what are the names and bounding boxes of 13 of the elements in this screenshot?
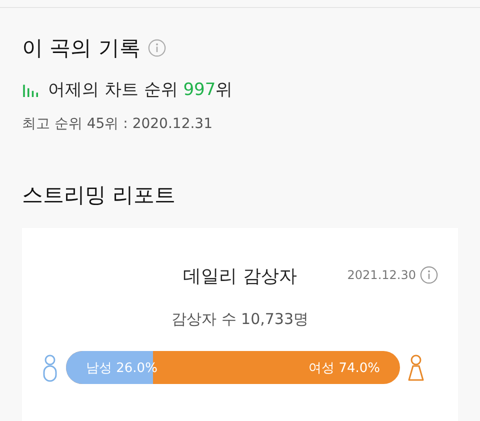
bar-chart-icon bbox=[22, 82, 40, 96]
person-icon bbox=[42, 354, 58, 382]
chart-rank-text: 어제의 차트 순위 997위 bbox=[48, 79, 233, 101]
person-icon bbox=[408, 354, 424, 382]
info-icon[interactable] bbox=[148, 39, 166, 57]
listener-count: 감상자 수 10,733명 bbox=[171, 310, 309, 329]
female-share-label: 여성 74.0% bbox=[308, 360, 380, 376]
section-title: 이 곡의 기록 bbox=[22, 35, 140, 62]
card-title: 데일리 감상자 bbox=[183, 265, 297, 288]
date-text: 2021.12.30 bbox=[347, 268, 416, 282]
section-title: 스트리밍 리포트 bbox=[21, 182, 177, 209]
best-rank-text: 최고 순위 45위 : 2020.12.31 bbox=[22, 115, 214, 133]
info-icon[interactable] bbox=[420, 266, 438, 284]
